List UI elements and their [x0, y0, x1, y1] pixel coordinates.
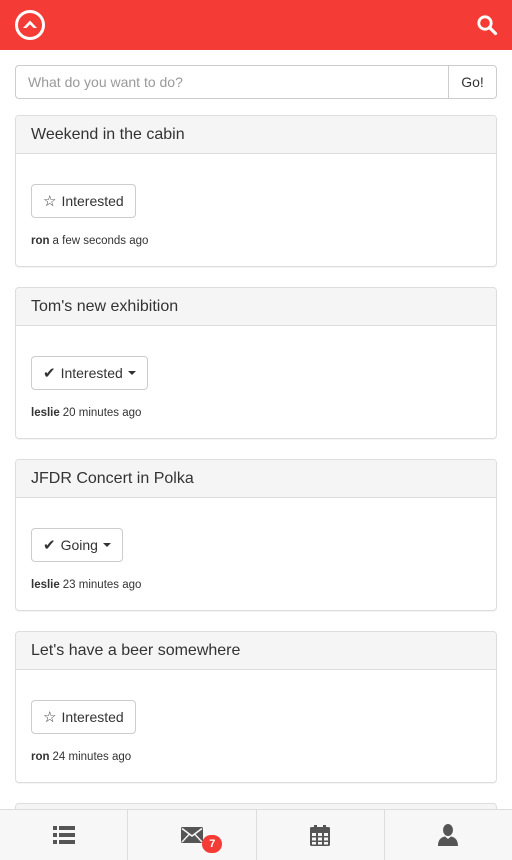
tab-list[interactable] [0, 810, 129, 860]
event-user[interactable]: ron [31, 235, 50, 247]
event-meta: leslie 23 minutes ago [31, 579, 481, 591]
app-logo-icon[interactable] [14, 9, 46, 41]
go-button[interactable]: Go! [448, 65, 497, 99]
rsvp-label: Going [60, 537, 98, 553]
rsvp-label: Interested [60, 365, 123, 381]
search-icon[interactable] [476, 14, 498, 36]
rsvp-button[interactable]: ☆ Interested [31, 184, 136, 218]
rsvp-dropdown-button[interactable]: ✔ Interested [31, 356, 148, 390]
list-icon [52, 826, 75, 844]
tab-profile[interactable] [385, 810, 512, 860]
event-title[interactable]: JFDR Concert in Polka [16, 460, 496, 498]
caret-down-icon [127, 371, 136, 375]
event-meta: leslie 20 minutes ago [31, 407, 481, 419]
event-time: 24 minutes ago [52, 751, 132, 763]
rsvp-dropdown-button[interactable]: ✔ Going [31, 528, 123, 562]
event-title[interactable]: Weekend in the cabin [16, 116, 496, 154]
event-feed: Weekend in the cabin ☆ Interested ron a f… [0, 99, 512, 823]
event-title[interactable]: Tom's new exhibition [16, 288, 496, 326]
event-card: Let's have a beer somewhere ☆ Interested… [15, 631, 497, 783]
rsvp-label: Interested [61, 709, 124, 725]
event-time: 23 minutes ago [62, 579, 142, 591]
calendar-icon [310, 824, 331, 846]
event-title[interactable]: Let's have a beer somewhere [16, 632, 496, 670]
star-outline-icon: ☆ [43, 192, 57, 210]
top-bar [0, 0, 512, 50]
event-user[interactable]: leslie [31, 579, 60, 591]
tab-calendar[interactable] [257, 810, 385, 860]
envelope-icon [180, 827, 203, 843]
event-time: a few seconds ago [52, 235, 149, 247]
user-icon [438, 824, 459, 846]
checkmark-icon: ✔ [43, 364, 56, 382]
star-outline-icon: ☆ [43, 708, 57, 726]
event-user[interactable]: ron [31, 751, 50, 763]
event-card: JFDR Concert in Polka ✔ Going leslie 23 m… [15, 459, 497, 611]
event-card: Weekend in the cabin ☆ Interested ron a f… [15, 115, 497, 267]
event-user[interactable]: leslie [31, 407, 60, 419]
bottom-tab-bar: 7 [0, 809, 512, 860]
search-input[interactable] [15, 65, 448, 99]
unread-badge: 7 [202, 835, 223, 853]
event-card: Tom's new exhibition ✔ Interested leslie… [15, 287, 497, 439]
caret-down-icon [102, 543, 111, 547]
search-bar: Go! [15, 65, 497, 99]
event-meta: ron a few seconds ago [31, 235, 481, 247]
tab-messages[interactable]: 7 [128, 810, 257, 860]
checkmark-icon: ✔ [43, 536, 56, 554]
event-meta: ron 24 minutes ago [31, 751, 481, 763]
rsvp-button[interactable]: ☆ Interested [31, 700, 136, 734]
rsvp-label: Interested [61, 193, 124, 209]
event-time: 20 minutes ago [62, 407, 142, 419]
